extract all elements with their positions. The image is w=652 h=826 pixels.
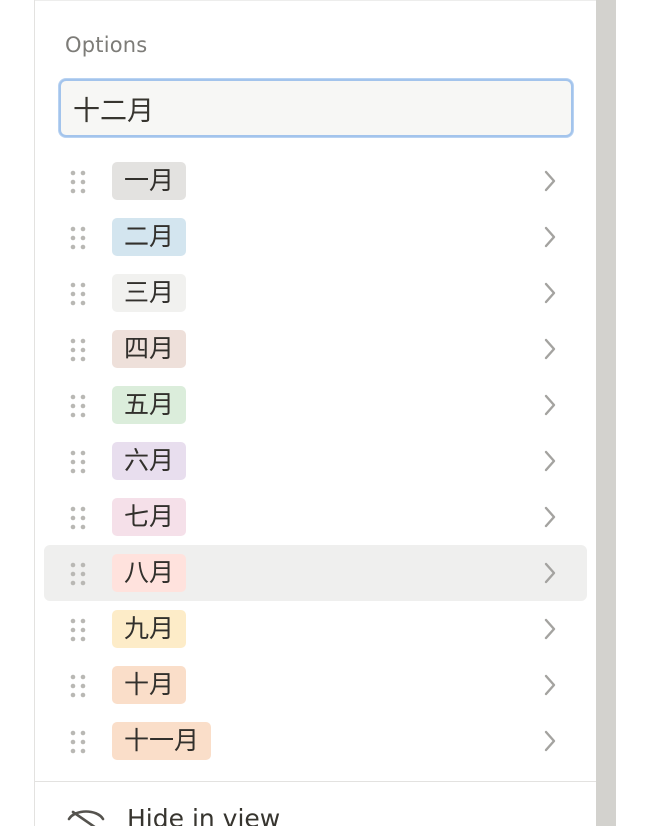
chevron-right-icon[interactable] <box>542 224 558 250</box>
new-option-input[interactable] <box>61 81 571 135</box>
option-tag: 十月 <box>112 666 187 704</box>
drag-handle-icon[interactable] <box>69 169 87 195</box>
drag-handle-icon[interactable] <box>69 561 87 587</box>
chevron-right-icon[interactable] <box>542 336 558 362</box>
drag-handle-icon[interactable] <box>69 281 87 307</box>
chevron-right-icon[interactable] <box>542 168 558 194</box>
option-row-5[interactable]: 五月 <box>44 377 587 433</box>
drag-handle-icon[interactable] <box>69 673 87 699</box>
option-row-9[interactable]: 九月 <box>44 601 587 657</box>
option-tag: 八月 <box>112 554 187 592</box>
option-tag: 三月 <box>112 274 187 312</box>
hide-in-view-button[interactable]: Hide in view <box>35 790 596 826</box>
option-tag: 二月 <box>112 218 187 256</box>
chevron-right-icon[interactable] <box>542 728 558 754</box>
chevron-right-icon[interactable] <box>542 392 558 418</box>
drag-handle-icon[interactable] <box>69 505 87 531</box>
option-row-8[interactable]: 八月 <box>44 545 587 601</box>
option-tag: 一月 <box>112 162 187 200</box>
chevron-right-icon[interactable] <box>542 448 558 474</box>
option-row-6[interactable]: 六月 <box>44 433 587 489</box>
chevron-right-icon[interactable] <box>542 560 558 586</box>
option-input-wrapper[interactable] <box>59 79 573 137</box>
chevron-right-icon[interactable] <box>542 504 558 530</box>
bottom-divider <box>35 781 596 782</box>
option-row-4[interactable]: 四月 <box>44 321 587 377</box>
property-options-panel: Options 一月 <box>35 0 596 826</box>
option-tag: 七月 <box>112 498 187 536</box>
chevron-right-icon[interactable] <box>542 280 558 306</box>
options-list: 一月 二月 三月 四月 五月 六月 七月 八月 九月 十月 十一月 <box>44 153 587 769</box>
drag-handle-icon[interactable] <box>69 449 87 475</box>
chevron-right-icon[interactable] <box>542 672 558 698</box>
drag-handle-icon[interactable] <box>69 729 87 755</box>
option-row-10[interactable]: 十月 <box>44 657 587 713</box>
drag-handle-icon[interactable] <box>69 337 87 363</box>
top-divider <box>35 0 596 1</box>
option-tag: 十一月 <box>112 722 212 760</box>
drag-handle-icon[interactable] <box>69 225 87 251</box>
option-row-1[interactable]: 一月 <box>44 153 587 209</box>
options-section-label: Options <box>65 33 148 57</box>
option-tag: 五月 <box>112 386 187 424</box>
option-tag: 九月 <box>112 610 187 648</box>
option-tag: 六月 <box>112 442 187 480</box>
drag-handle-icon[interactable] <box>69 617 87 643</box>
drag-handle-icon[interactable] <box>69 393 87 419</box>
scrollbar[interactable] <box>596 0 616 826</box>
chevron-right-icon[interactable] <box>542 616 558 642</box>
option-tag: 四月 <box>112 330 187 368</box>
hide-in-view-label: Hide in view <box>127 804 281 826</box>
option-row-2[interactable]: 二月 <box>44 209 587 265</box>
option-row-7[interactable]: 七月 <box>44 489 587 545</box>
eye-slash-icon <box>67 804 105 826</box>
option-row-11[interactable]: 十一月 <box>44 713 587 769</box>
option-row-3[interactable]: 三月 <box>44 265 587 321</box>
